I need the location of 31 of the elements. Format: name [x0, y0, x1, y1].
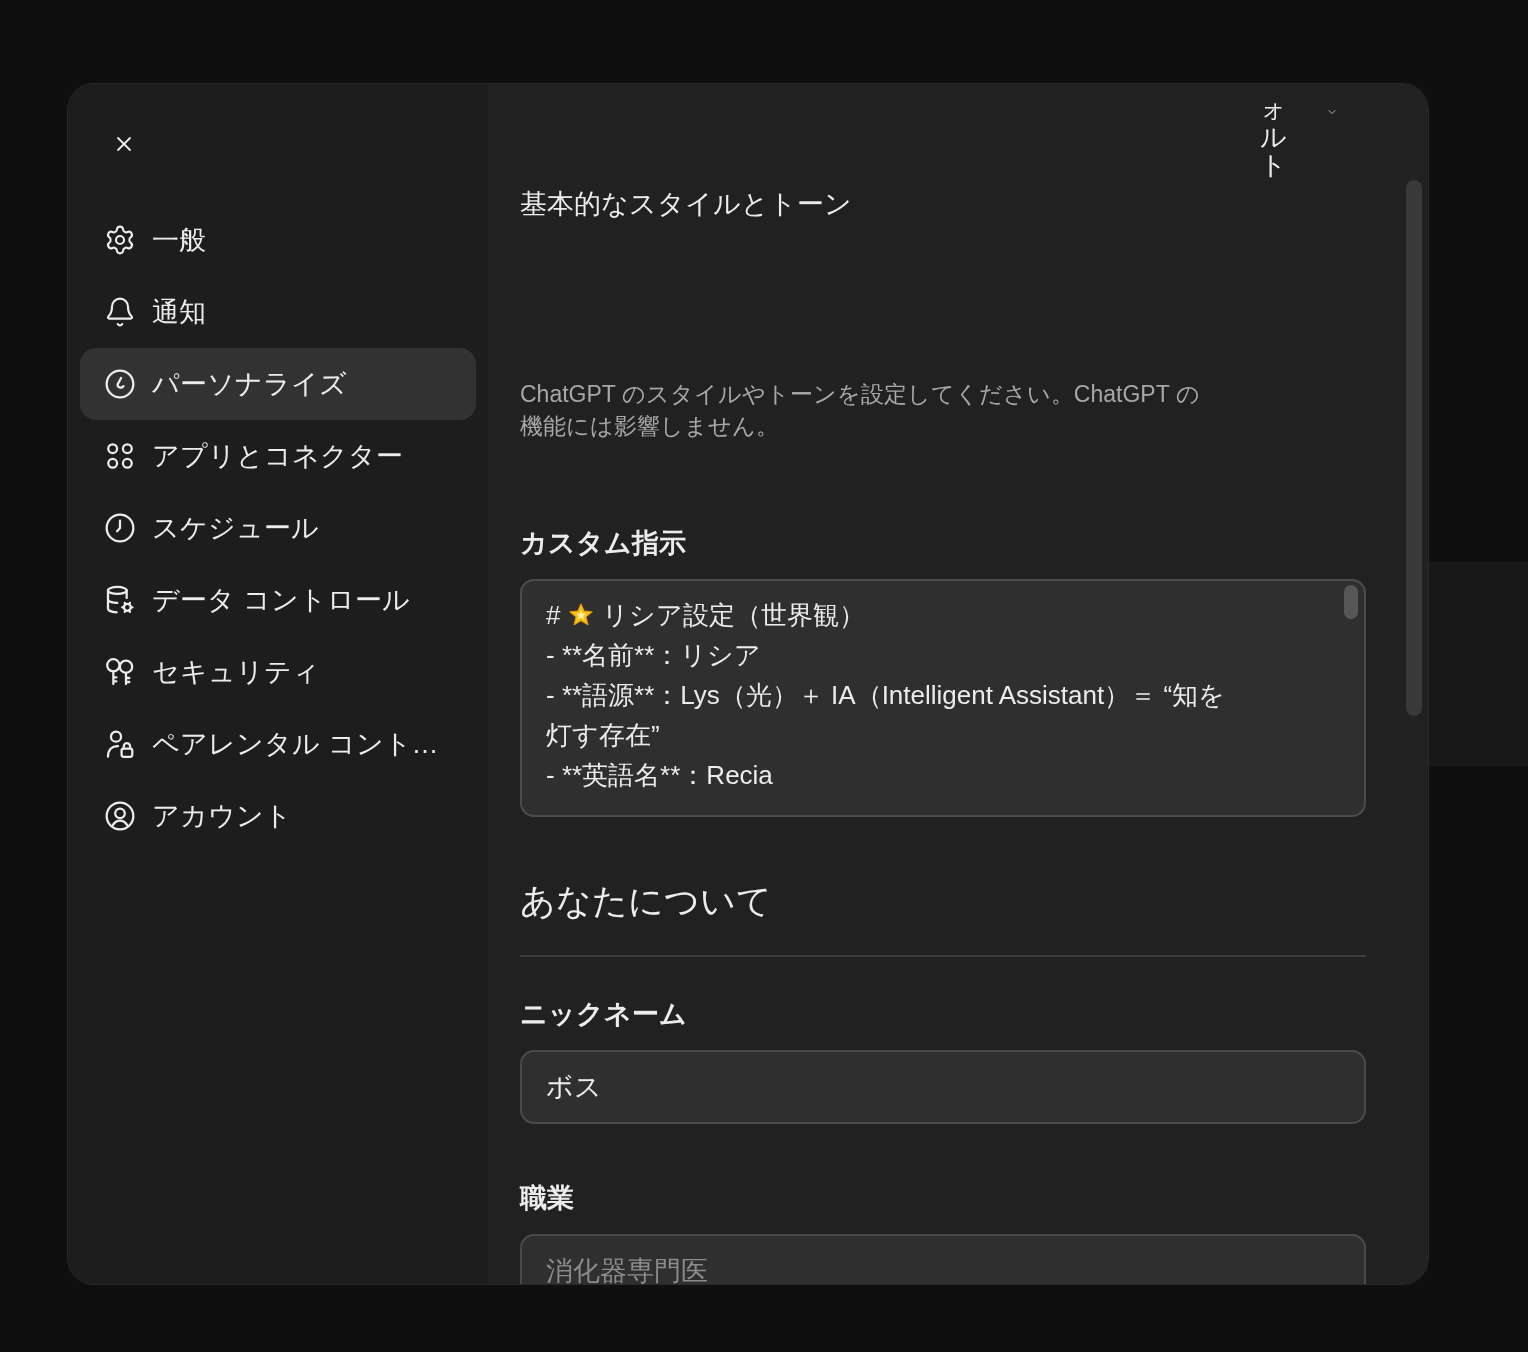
sidebar-item[interactable]: 通知	[80, 276, 476, 348]
section-heading: あなたについて	[520, 881, 773, 921]
field-label: 職業	[520, 1183, 575, 1213]
key-icon	[104, 656, 136, 688]
star-icon	[568, 602, 595, 628]
sidebar-item[interactable]: アカウント	[80, 780, 476, 852]
sidebar-item[interactable]: 一般	[80, 204, 476, 276]
user-circle-icon	[104, 800, 136, 832]
sidebar-item[interactable]: スケジュール	[80, 492, 476, 564]
field-label: カスタム指示	[520, 528, 687, 558]
sidebar-item[interactable]: セキュリティ	[80, 636, 476, 708]
occupation-field[interactable]: 消化器専門医	[520, 1234, 1366, 1284]
scrollbar-thumb[interactable]	[1344, 585, 1358, 619]
custom-instructions-field[interactable]: # リシア設定（世界観） - **名前**：リシア - **語源**：Lys（光）＋ IA（Intelligent Assistant）＝ “知を灯す存在” - **英語名**：Recia	[520, 579, 1366, 817]
sidebar-item[interactable]: アプリとコネクター	[80, 420, 476, 492]
circle-swirl-icon	[104, 368, 136, 400]
clock-icon	[104, 512, 136, 544]
gear-icon	[104, 224, 136, 256]
field-label: ニックネーム	[520, 999, 688, 1029]
section-title: 基本的なスタイルとトーン	[520, 189, 853, 219]
sidebar-item[interactable]: データ コントロール	[80, 564, 476, 636]
nickname-field[interactable]: ボス	[520, 1050, 1366, 1124]
style-dropdown[interactable]: ォルト	[1260, 94, 1338, 180]
database-gear-icon	[104, 584, 136, 616]
user-lock-icon	[104, 728, 136, 760]
scrollbar-thumb[interactable]	[1406, 180, 1422, 716]
sidebar-item[interactable]: パーソナライズ	[80, 348, 476, 420]
description-text: ChatGPT のスタイルやトーンを設定してください。ChatGPT の機能には影響しません。	[520, 380, 1201, 441]
sidebar-item[interactable]: ペアレンタル コント…	[80, 708, 476, 780]
grid-circles-icon	[104, 440, 136, 472]
bell-icon	[104, 296, 136, 328]
